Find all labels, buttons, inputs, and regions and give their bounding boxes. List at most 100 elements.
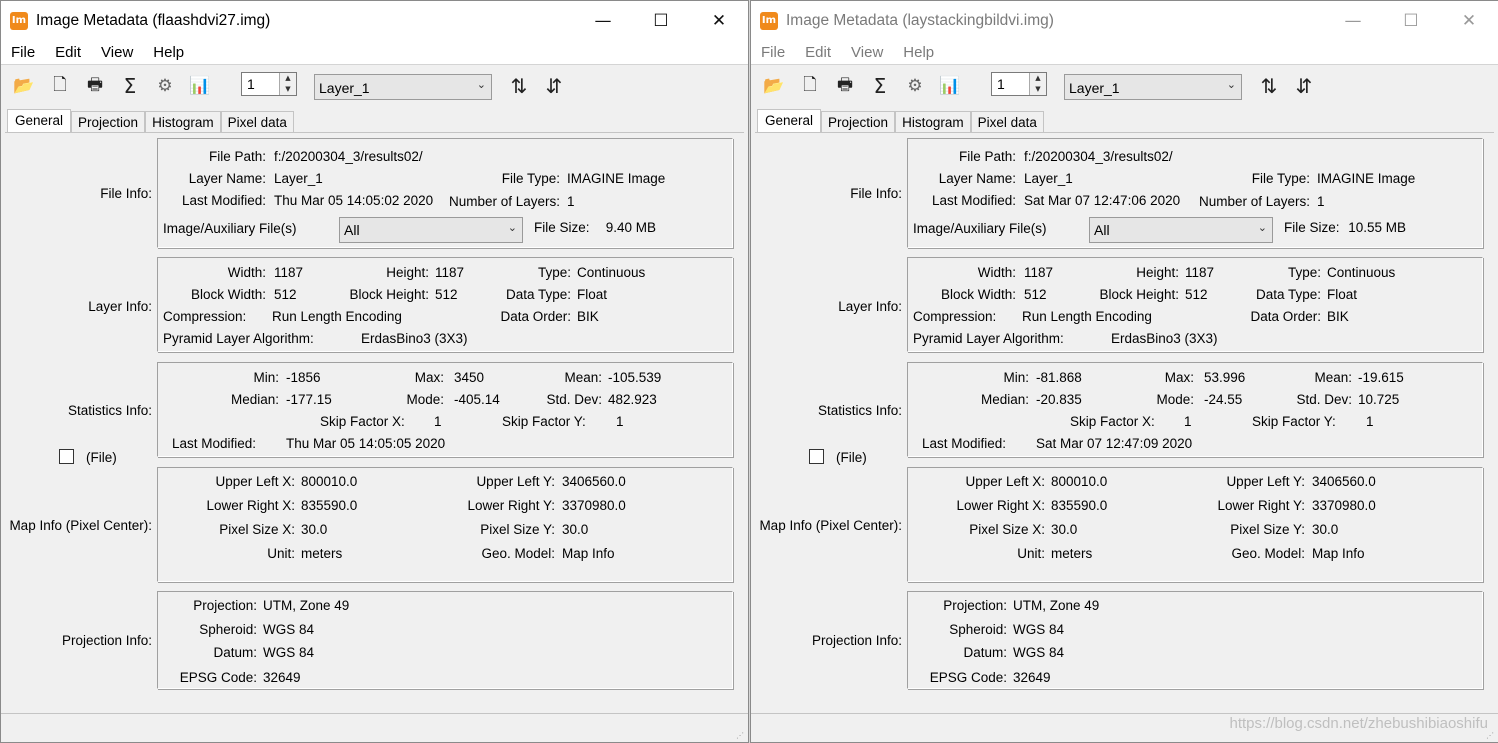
menu-file[interactable]: File (11, 44, 35, 61)
menu-help[interactable]: Help (153, 44, 184, 61)
block-height-label: Block Height: (349, 287, 429, 302)
spin-up-icon[interactable]: ▲ (280, 73, 296, 84)
gear-icon[interactable]: ⚙ (154, 75, 176, 97)
epsg-code-value: 32649 (263, 670, 301, 685)
spin-down-icon[interactable]: ▼ (280, 84, 296, 95)
window-title: Image Metadata (laystackingbildvi.img) (786, 11, 1054, 29)
spin-down-icon[interactable]: ▼ (1030, 84, 1046, 95)
mean-value: -105.539 (608, 370, 662, 385)
title-bar[interactable]: Im Image Metadata (laystackingbildvi.img… (751, 1, 1498, 40)
layer-number-value: 1 (997, 76, 1005, 92)
tab-projection[interactable]: Projection (71, 111, 146, 134)
data-type-label: Data Type: (1255, 287, 1321, 302)
stats-last-modified-label: Last Modified: (172, 436, 257, 451)
spheroid-label: Spheroid: (199, 622, 257, 637)
upper-left-x-value: 800010.0 (301, 474, 358, 489)
number-of-layers-value: 1 (567, 194, 575, 209)
tab-projection[interactable]: Projection (821, 111, 896, 134)
title-bar[interactable]: Im Image Metadata (flaashdvi27.img) — ☐ … (1, 1, 748, 40)
print-icon[interactable]: 🖶 (834, 75, 856, 97)
tab-strip: General Projection Histogram Pixel data (7, 109, 294, 134)
sort-up-icon[interactable]: ⇅ (1258, 74, 1280, 98)
block-height-label: Block Height: (1099, 287, 1179, 302)
aux-files-select[interactable]: All ⌄ (1089, 217, 1273, 243)
skip-factor-y-label: Skip Factor Y: (502, 414, 586, 429)
new-file-icon[interactable]: 🗋 (799, 75, 821, 97)
open-folder-icon[interactable]: 📂 (763, 75, 785, 97)
menu-file[interactable]: File (761, 44, 785, 61)
resize-grip-icon[interactable]: ⋰ (736, 731, 744, 740)
maximize-button[interactable]: ☐ (1382, 1, 1440, 40)
close-button[interactable]: ✕ (690, 1, 748, 40)
data-type-value: Float (1327, 287, 1358, 302)
mean-label: Mean: (1314, 370, 1352, 385)
watermark: https://blog.csdn.net/zhebushibiaoshifu (1229, 715, 1488, 732)
upper-left-x-value: 800010.0 (1051, 474, 1108, 489)
tab-histogram[interactable]: Histogram (895, 111, 971, 134)
tab-pixel-data[interactable]: Pixel data (970, 111, 1044, 134)
menu-help[interactable]: Help (903, 44, 934, 61)
file-checkbox[interactable] (809, 449, 824, 464)
layer-name-value: Layer_1 (1024, 171, 1073, 186)
histogram-icon[interactable]: 📊 (189, 75, 211, 97)
min-value: -1856 (286, 370, 321, 385)
sigma-icon[interactable]: Σ (869, 74, 891, 98)
open-folder-icon[interactable]: 📂 (13, 75, 35, 97)
lower-right-y-label: Lower Right Y: (1217, 498, 1305, 513)
toolbar: 📂 🗋 🖶 Σ ⚙ 📊 1 ▲ ▼ Layer_1 ⌄ ⇅ ⇵ (751, 67, 1498, 103)
sort-down-icon[interactable]: ⇵ (543, 74, 565, 98)
menu-view[interactable]: View (851, 44, 883, 61)
geo-model-value: Map Info (1312, 546, 1365, 561)
maximize-button[interactable]: ☐ (632, 1, 690, 40)
menu-edit[interactable]: Edit (805, 44, 831, 61)
layer-select[interactable]: Layer_1 ⌄ (314, 74, 492, 100)
layer-name-label: Layer Name: (188, 171, 266, 186)
skip-factor-y-value: 1 (616, 414, 624, 429)
std-dev-value: 10.725 (1358, 392, 1400, 407)
pixel-size-y-value: 30.0 (562, 522, 589, 537)
aux-files-select[interactable]: All ⌄ (339, 217, 523, 243)
tab-histogram[interactable]: Histogram (145, 111, 221, 134)
skip-factor-x-label: Skip Factor X: (1070, 414, 1155, 429)
projection-info-label: Projection Info: (61, 633, 152, 648)
tab-general[interactable]: General (7, 109, 72, 134)
type-value: Continuous (1327, 265, 1396, 280)
aux-files-label: Image/Auxiliary File(s) (913, 221, 1047, 236)
statistics-info-label: Statistics Info: (67, 403, 152, 418)
toolbar: 📂 🗋 🖶 Σ ⚙ 📊 1 ▲ ▼ Layer_1 ⌄ ⇅ ⇵ (1, 67, 748, 103)
layer-number-spinner[interactable]: 1 ▲ ▼ (241, 72, 297, 96)
file-checkbox[interactable] (59, 449, 74, 464)
block-width-value: 512 (274, 287, 297, 302)
type-value: Continuous (577, 265, 646, 280)
histogram-icon[interactable]: 📊 (939, 75, 961, 97)
stats-last-modified-value: Thu Mar 05 14:05:05 2020 (286, 436, 446, 451)
geo-model-label: Geo. Model: (1231, 546, 1305, 561)
minimize-button[interactable]: — (574, 1, 632, 40)
new-file-icon[interactable]: 🗋 (49, 75, 71, 97)
sigma-icon[interactable]: Σ (119, 74, 141, 98)
tab-pixel-data[interactable]: Pixel data (220, 111, 294, 134)
layer-number-spinner[interactable]: 1 ▲ ▼ (991, 72, 1047, 96)
minimize-button[interactable]: — (1324, 1, 1382, 40)
resize-grip-icon[interactable]: ⋰ (1486, 731, 1494, 740)
sort-down-icon[interactable]: ⇵ (1293, 74, 1315, 98)
layer-select[interactable]: Layer_1 ⌄ (1064, 74, 1242, 100)
print-icon[interactable]: 🖶 (84, 75, 106, 97)
upper-left-x-label: Upper Left X: (215, 474, 295, 489)
file-checkbox-label: (File) (86, 450, 117, 465)
sort-up-icon[interactable]: ⇅ (508, 74, 530, 98)
tab-general[interactable]: General (757, 109, 822, 134)
spinner-buttons: ▲ ▼ (279, 73, 296, 95)
close-button[interactable]: ✕ (1440, 1, 1498, 40)
block-width-value: 512 (1024, 287, 1047, 302)
type-label: Type: (537, 265, 571, 280)
spinner-buttons: ▲ ▼ (1029, 73, 1046, 95)
projection-label: Projection: (193, 598, 257, 613)
spin-up-icon[interactable]: ▲ (1030, 73, 1046, 84)
number-of-layers-value: 1 (1317, 194, 1325, 209)
menu-edit[interactable]: Edit (55, 44, 81, 61)
gear-icon[interactable]: ⚙ (904, 75, 926, 97)
menu-view[interactable]: View (101, 44, 133, 61)
upper-left-y-label: Upper Left Y: (1226, 474, 1305, 489)
max-value: 3450 (454, 370, 485, 385)
